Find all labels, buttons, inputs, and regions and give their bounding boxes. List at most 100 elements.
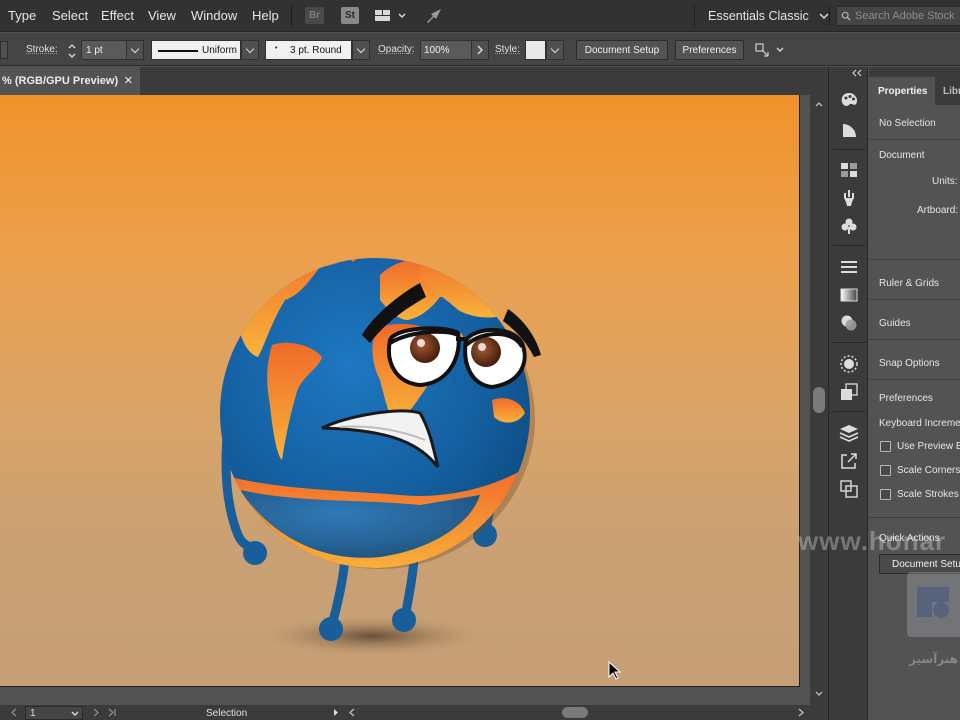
next-artboard-icon[interactable] [92, 708, 100, 717]
arrange-documents-icon[interactable] [373, 7, 407, 25]
brushes-icon[interactable] [838, 187, 860, 209]
graphic-style-dropdown[interactable] [546, 40, 564, 60]
scale-strokes-checkbox[interactable] [880, 489, 891, 500]
vertical-scrollbar[interactable] [810, 95, 828, 705]
opacity-field[interactable]: 100% [420, 40, 472, 60]
scroll-down-icon[interactable] [814, 689, 824, 699]
color-icon[interactable] [838, 89, 860, 111]
preferences-heading: Preferences [879, 393, 933, 404]
chevron-down-icon [130, 44, 140, 53]
last-artboard-icon[interactable] [107, 708, 117, 717]
stroke-label[interactable]: Stroke: [26, 44, 58, 55]
divider [829, 6, 830, 26]
brush-definition-dropdown[interactable] [352, 40, 370, 60]
artboard-label: Artboard: [917, 205, 959, 216]
artboard[interactable] [0, 95, 800, 687]
chevron-down-icon [245, 44, 255, 53]
left-foot [319, 617, 343, 641]
canvas-area[interactable] [0, 95, 810, 705]
menu-window[interactable]: Window [191, 8, 237, 23]
style-label[interactable]: Style: [495, 44, 520, 55]
scale-strokes-label[interactable]: Scale Strokes & [897, 489, 960, 500]
divider [869, 339, 960, 340]
workspace-label: Essentials Classic [708, 9, 809, 23]
properties-panel: Properties Libr No Selection Document Un… [869, 67, 960, 720]
horizontal-scroll-thumb[interactable] [562, 707, 588, 718]
gpu-performance-icon[interactable] [424, 7, 444, 25]
swatches-icon[interactable] [838, 159, 860, 181]
document-tab[interactable]: % (RGB/GPU Preview) ✕ [0, 67, 140, 95]
ruler-grids-heading[interactable]: Ruler & Grids [879, 278, 939, 289]
bridge-icon[interactable]: Br [305, 7, 324, 24]
snap-options-heading[interactable]: Snap Options [879, 358, 940, 369]
appearance-icon[interactable] [838, 353, 860, 375]
stock-icon[interactable]: St [341, 7, 359, 24]
stroke-weight-dropdown[interactable] [126, 40, 144, 60]
symbols-icon[interactable] [838, 215, 860, 237]
use-preview-bounds-checkbox[interactable] [880, 441, 891, 452]
stroke-panel-icon[interactable] [838, 256, 860, 278]
scroll-up-icon[interactable] [814, 99, 824, 109]
scale-corners-label[interactable]: Scale Corners [897, 465, 960, 476]
watermark-logo [907, 572, 960, 637]
workspace-switcher[interactable]: Essentials Classic [700, 0, 831, 32]
gradient-icon[interactable] [838, 284, 860, 306]
divider [869, 299, 960, 300]
color-guide-icon[interactable] [838, 119, 860, 141]
artboards-icon[interactable] [838, 478, 860, 500]
stroke-weight-field[interactable]: 1 pt [81, 40, 127, 60]
control-bar: Stroke: 1 pt Uniform • 3 pt. Round Opaci… [0, 33, 960, 66]
left-hand [243, 541, 267, 565]
artboard-navigator[interactable]: 1 [25, 706, 83, 720]
scroll-left-icon[interactable] [348, 708, 356, 717]
opacity-label[interactable]: Opacity: [378, 44, 415, 55]
variable-width-profile[interactable]: Uniform [151, 40, 241, 60]
cursor-icon [608, 661, 622, 680]
tab-libraries[interactable]: Libr [935, 77, 960, 105]
arrange-icon[interactable] [753, 41, 787, 59]
asset-export-icon[interactable] [838, 450, 860, 472]
menu-effect[interactable]: Effect [101, 8, 134, 23]
stroke-stepper[interactable] [66, 41, 78, 61]
brush-dot-icon: • [275, 45, 278, 52]
graphic-styles-icon[interactable] [838, 381, 860, 403]
earth-character-illustration[interactable] [0, 95, 800, 687]
scroll-right-icon[interactable] [797, 708, 805, 717]
scale-corners-checkbox[interactable] [880, 465, 891, 476]
menu-type[interactable]: Type [8, 8, 36, 23]
status-menu-icon[interactable] [332, 708, 340, 717]
vertical-scroll-thumb[interactable] [813, 387, 825, 413]
divider [833, 149, 865, 150]
use-preview-bounds-label[interactable]: Use Preview B [897, 441, 960, 452]
divider [869, 379, 960, 380]
opacity-expand-button[interactable] [471, 40, 489, 60]
brush-definition[interactable]: • 3 pt. Round [265, 40, 352, 60]
search-stock-box[interactable] [836, 6, 960, 26]
divider [291, 6, 292, 26]
watermark-logo-text: هنرآسیز [909, 652, 958, 666]
menu-select[interactable]: Select [52, 8, 88, 23]
previous-artboard-icon[interactable] [10, 708, 18, 717]
search-input[interactable] [855, 10, 960, 22]
close-icon[interactable]: ✕ [124, 74, 133, 87]
variable-width-profile-label: Uniform [202, 44, 238, 56]
no-selection-label: No Selection [879, 118, 936, 129]
transparency-icon[interactable] [838, 312, 860, 334]
brush-definition-label: 3 pt. Round [290, 44, 342, 56]
preferences-button[interactable]: Preferences [675, 40, 744, 60]
document-setup-button[interactable]: Document Setup [576, 40, 668, 60]
tab-properties[interactable]: Properties [869, 77, 935, 105]
quick-document-setup-button[interactable]: Document Setu [879, 554, 960, 574]
units-label: Units: [932, 176, 958, 187]
status-text[interactable]: Selection [206, 708, 247, 719]
guides-heading[interactable]: Guides [879, 318, 911, 329]
document-heading: Document [879, 150, 925, 161]
layers-icon[interactable] [838, 422, 860, 444]
graphic-style-swatch[interactable] [525, 40, 546, 60]
menu-view[interactable]: View [148, 8, 176, 23]
menu-help[interactable]: Help [252, 8, 279, 23]
control-bar-grip[interactable] [0, 41, 8, 59]
variable-width-dropdown[interactable] [241, 40, 259, 60]
collapse-panels-icon[interactable] [851, 69, 863, 77]
chevron-down-icon [356, 44, 366, 53]
